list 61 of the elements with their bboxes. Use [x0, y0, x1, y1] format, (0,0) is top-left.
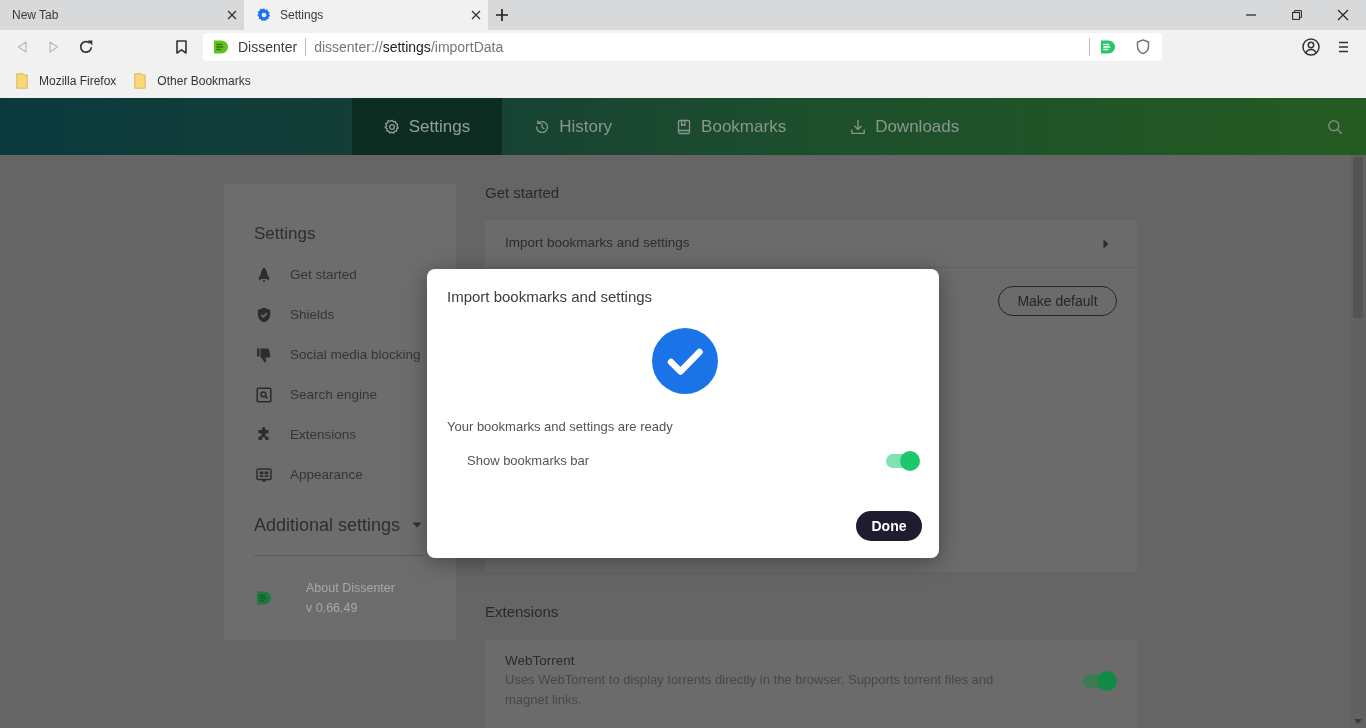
caret-icon — [1103, 238, 1109, 249]
layout-icon — [256, 467, 272, 483]
close-icon[interactable] — [1337, 9, 1349, 21]
shield-icon[interactable] — [1136, 39, 1150, 55]
folder-icon — [134, 73, 147, 89]
thumbs-down-icon — [256, 347, 272, 363]
nav-tab[interactable]: Bookmarks — [644, 98, 819, 155]
rocket-icon — [256, 267, 272, 283]
expand-toggle[interactable]: Additional settings — [254, 505, 423, 545]
logo-icon — [256, 590, 272, 606]
setting-title: WebTorrent — [505, 652, 576, 670]
browser-tab[interactable]: Settings — [244, 0, 488, 30]
url-text: dissenter://settings/importData — [314, 37, 504, 57]
about-link[interactable]: About Dissenter — [306, 578, 395, 598]
menu-icon[interactable] — [1337, 41, 1349, 53]
close-icon[interactable] — [227, 10, 237, 20]
bookmark-item[interactable]: Mozilla Firefox — [16, 72, 117, 90]
book-icon — [676, 118, 693, 135]
toggle-switch[interactable] — [1083, 671, 1117, 691]
plus-icon[interactable] — [495, 8, 509, 22]
search-icon[interactable] — [1327, 118, 1343, 135]
section-heading: Extensions — [485, 603, 560, 621]
bookmark-item[interactable]: Other Bookmarks — [134, 72, 251, 90]
sidebar-item[interactable]: Get started — [254, 255, 357, 295]
bookmark-icon[interactable] — [175, 40, 187, 54]
scrollbar[interactable] — [1350, 155, 1366, 728]
sidebar-title: Settings — [254, 224, 316, 244]
version-text: v 0.66.49 — [306, 600, 359, 617]
nav-tab[interactable]: Downloads — [818, 98, 992, 155]
sidebar-item[interactable]: Social media blocking — [254, 335, 421, 375]
sidebar-item[interactable]: Search engine — [254, 375, 378, 415]
section-heading: Get started — [485, 184, 561, 202]
dialog-title: Import bookmarks and settings — [447, 287, 654, 307]
download-icon — [850, 118, 867, 135]
puzzle-icon — [256, 427, 272, 443]
shield-check-icon — [256, 307, 272, 323]
settings-row[interactable]: Import bookmarks and settings — [485, 220, 1137, 268]
nav-tab[interactable]: Settings — [351, 98, 503, 155]
logo-icon — [213, 39, 229, 55]
option-label: Show bookmarks bar — [467, 452, 590, 471]
gear-icon — [383, 118, 400, 135]
reload-icon[interactable] — [79, 40, 93, 54]
restore-icon[interactable] — [1292, 10, 1302, 20]
address-bar[interactable]: Dissenter dissenter://settings/importData — [203, 33, 1162, 61]
browser-tab[interactable]: New Tab — [0, 0, 244, 30]
toggle-switch[interactable] — [886, 451, 920, 471]
done-button[interactable]: Done — [856, 511, 922, 541]
close-icon[interactable] — [471, 10, 481, 20]
account-icon[interactable] — [1302, 38, 1320, 56]
site-name: Dissenter — [238, 37, 298, 57]
caret-icon — [412, 522, 423, 528]
dialog-message: Your bookmarks and settings are ready — [447, 418, 674, 436]
clock-icon — [534, 118, 551, 135]
folder-icon — [16, 73, 28, 89]
sidebar-item[interactable]: Extensions — [254, 415, 357, 455]
search-icon — [256, 387, 272, 403]
check-circle-icon — [651, 328, 718, 394]
nav-tab[interactable]: History — [502, 98, 645, 155]
gear-icon — [256, 7, 272, 23]
sidebar-item[interactable]: Appearance — [254, 455, 363, 495]
sidebar-item[interactable]: Shields — [254, 295, 335, 335]
